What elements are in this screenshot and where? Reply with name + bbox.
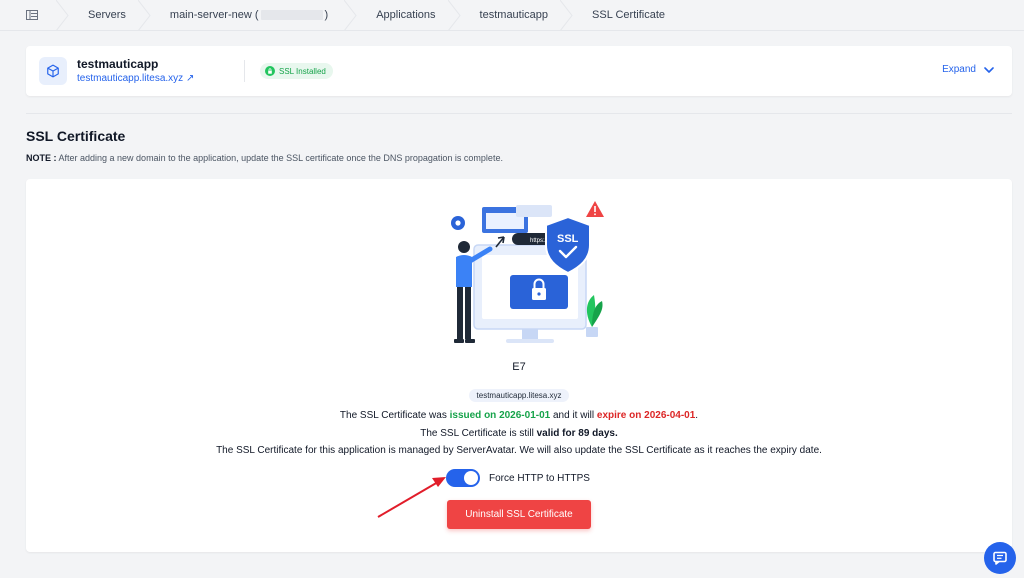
chat-icon <box>993 551 1007 565</box>
ssl-certificate-card: https:// SSL E7 testmauticapp.litesa.xyz… <box>26 179 1012 552</box>
svg-text:SSL: SSL <box>557 233 579 245</box>
breadcrumb-current: SSL Certificate <box>592 9 665 21</box>
app-name: testmauticapp <box>77 57 159 71</box>
breadcrumb-servers[interactable]: Servers <box>64 0 151 31</box>
force-https-label: Force HTTP to HTTPS <box>489 472 590 484</box>
external-link-icon: ↗ <box>183 73 195 84</box>
lock-icon <box>265 66 275 76</box>
certificate-domain: testmauticapp.litesa.xyz <box>468 389 570 402</box>
divider <box>244 60 245 82</box>
ssl-status-badge: SSL Installed <box>260 63 333 79</box>
app-header-card: testmauticapp testmauticapp.litesa.xyz ↗… <box>26 46 1012 96</box>
certificate-issuer: E7 <box>512 361 526 373</box>
breadcrumb-app[interactable]: testmauticapp <box>456 0 573 31</box>
breadcrumb: Servers main-server-new () Applications … <box>0 0 1024 31</box>
uninstall-ssl-button[interactable]: Uninstall SSL Certificate <box>447 500 591 529</box>
warning-icon <box>586 201 604 217</box>
ssl-illustration: https:// SSL <box>451 201 604 343</box>
section-divider <box>26 113 1012 114</box>
dns-note: NOTE : After adding a new domain to the … <box>26 153 503 163</box>
certificate-managed-text: The SSL Certificate for this application… <box>216 445 822 456</box>
plant-illustration <box>586 295 603 337</box>
force-https-row: Force HTTP to HTTPS <box>446 469 590 487</box>
certificate-validity-text: The SSL Certificate is still valid for 8… <box>420 428 618 439</box>
app-domain-link[interactable]: testmauticapp.litesa.xyz ↗ <box>77 73 194 84</box>
redacted-ip <box>260 10 323 20</box>
page-title: SSL Certificate <box>26 128 126 144</box>
chevron-down-icon <box>984 66 994 73</box>
breadcrumb-applications[interactable]: Applications <box>352 0 461 31</box>
breadcrumb-server[interactable]: main-server-new () <box>146 0 357 31</box>
cube-icon <box>39 57 67 85</box>
toggle-knob <box>464 471 478 485</box>
gear-icon <box>451 216 465 230</box>
sidebar-toggle-icon[interactable] <box>0 0 69 31</box>
certificate-dates-text: The SSL Certificate was issued on 2026-0… <box>339 410 699 421</box>
chat-button[interactable] <box>984 542 1016 574</box>
expand-button[interactable]: Expand <box>942 64 994 75</box>
annotation-arrow <box>377 477 446 518</box>
